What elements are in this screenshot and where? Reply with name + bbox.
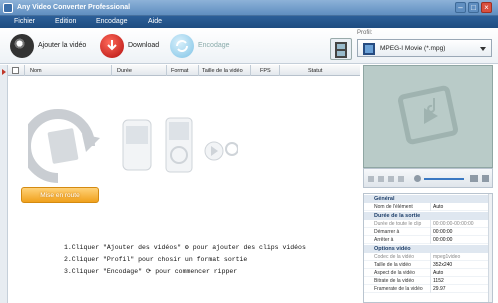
- next-icon[interactable]: [398, 176, 404, 182]
- film-reel-icon: [10, 34, 34, 58]
- menu-encodage[interactable]: Encodage: [96, 18, 128, 25]
- download-icon: [100, 34, 124, 58]
- settings-icon[interactable]: [482, 175, 489, 182]
- properties-panel: Général Nom de l'élément Auto Durée de la…: [363, 193, 493, 303]
- stop-icon[interactable]: [368, 176, 374, 182]
- menu-edition[interactable]: Edition: [55, 18, 76, 25]
- profile-dropdown[interactable]: MPEG-I Movie (*.mpg): [357, 39, 492, 57]
- column-statut[interactable]: Statut: [308, 68, 322, 74]
- download-button[interactable]: Download: [100, 34, 162, 58]
- encode-button[interactable]: Encodage: [170, 34, 232, 58]
- start-convert-button[interactable]: Mise en route: [21, 187, 99, 203]
- minimize-button[interactable]: –: [455, 2, 466, 13]
- column-taille[interactable]: Taille de la vidéo: [202, 68, 243, 74]
- maximize-button[interactable]: □: [468, 2, 479, 13]
- disc-icon: [225, 142, 238, 156]
- column-nom[interactable]: Nom: [30, 68, 42, 74]
- menu-fichier[interactable]: Fichier: [14, 18, 35, 25]
- title-bar: Any Video Converter Professional – □ ×: [0, 0, 498, 16]
- add-video-button[interactable]: Ajouter la vidéo: [10, 34, 90, 58]
- profile-label: Profil:: [357, 30, 373, 36]
- select-all-checkbox[interactable]: [12, 67, 19, 74]
- menu-bar: Fichier Edition Encodage Aide: [0, 16, 498, 28]
- encode-icon: [170, 34, 194, 58]
- profile-selected-value: MPEG-I Movie (*.mpg): [380, 45, 446, 52]
- section-general[interactable]: Général: [364, 195, 488, 203]
- prop-bitrate[interactable]: Bitrate de la vidéo 1152: [364, 277, 488, 285]
- volume-slider[interactable]: [424, 178, 464, 180]
- section-video-options[interactable]: Options vidéo: [364, 245, 488, 253]
- file-list-header: Nom Durée Format Taille de la vidéo FPS …: [8, 65, 360, 76]
- prop-name[interactable]: Nom de l'élément Auto: [364, 203, 488, 211]
- properties-scrollbar[interactable]: [488, 194, 492, 302]
- menu-aide[interactable]: Aide: [148, 18, 162, 25]
- convert-illustration: [28, 109, 238, 183]
- instruction-step-3: 3.Cliquer "Encodage" ⟳ pour commencer ri…: [64, 268, 238, 275]
- column-duree[interactable]: Durée: [117, 68, 132, 74]
- snapshot-icon[interactable]: [470, 175, 478, 182]
- app-icon: [3, 3, 13, 13]
- download-label: Download: [128, 42, 160, 49]
- prop-start[interactable]: Démarrer à 00:00:00: [364, 228, 488, 236]
- volume-icon[interactable]: [414, 175, 421, 182]
- column-fps[interactable]: FPS: [260, 68, 271, 74]
- prop-codec[interactable]: Codec de la vidéo mpeg1video: [364, 253, 488, 261]
- prop-aspect[interactable]: Aspect de la vidéo Auto: [364, 269, 488, 277]
- instruction-step-2: 2.Cliquer "Profil" pour chosir un format…: [64, 256, 248, 263]
- chevron-down-icon: [480, 47, 486, 51]
- playback-controls: [363, 168, 493, 188]
- close-button[interactable]: ×: [481, 2, 492, 13]
- instructions: 1.Cliquer "Ajouter des vidéos" ⚙ pour aj…: [64, 242, 306, 278]
- chevron-right-icon: [2, 69, 6, 75]
- section-duration[interactable]: Durée de la sortie: [364, 212, 488, 220]
- prop-stop[interactable]: Arrêter à 00:00:00: [364, 236, 488, 244]
- play-icon[interactable]: [388, 176, 394, 182]
- sidebar-toggle[interactable]: [0, 65, 8, 303]
- prev-icon[interactable]: [378, 176, 384, 182]
- video-preview[interactable]: [363, 65, 493, 168]
- window-title: Any Video Converter Professional: [17, 4, 131, 11]
- film-clip-icon: [47, 128, 79, 164]
- prop-clip-duration[interactable]: Durée de toute le clip 00:00:00-00:00:00: [364, 220, 488, 228]
- prop-size[interactable]: Taille de la vidéo 352x240: [364, 261, 488, 269]
- film-reel-icon: [397, 85, 459, 145]
- film-strip-icon[interactable]: [330, 38, 352, 60]
- instruction-step-1: 1.Cliquer "Ajouter des vidéos" ⚙ pour aj…: [64, 244, 306, 251]
- mpeg-format-icon: [363, 43, 375, 55]
- column-format[interactable]: Format: [171, 68, 188, 74]
- prop-framerate[interactable]: Framerate de la vidéo 29.97: [364, 285, 488, 293]
- add-video-label: Ajouter la vidéo: [38, 42, 87, 49]
- encode-label: Encodage: [198, 42, 230, 49]
